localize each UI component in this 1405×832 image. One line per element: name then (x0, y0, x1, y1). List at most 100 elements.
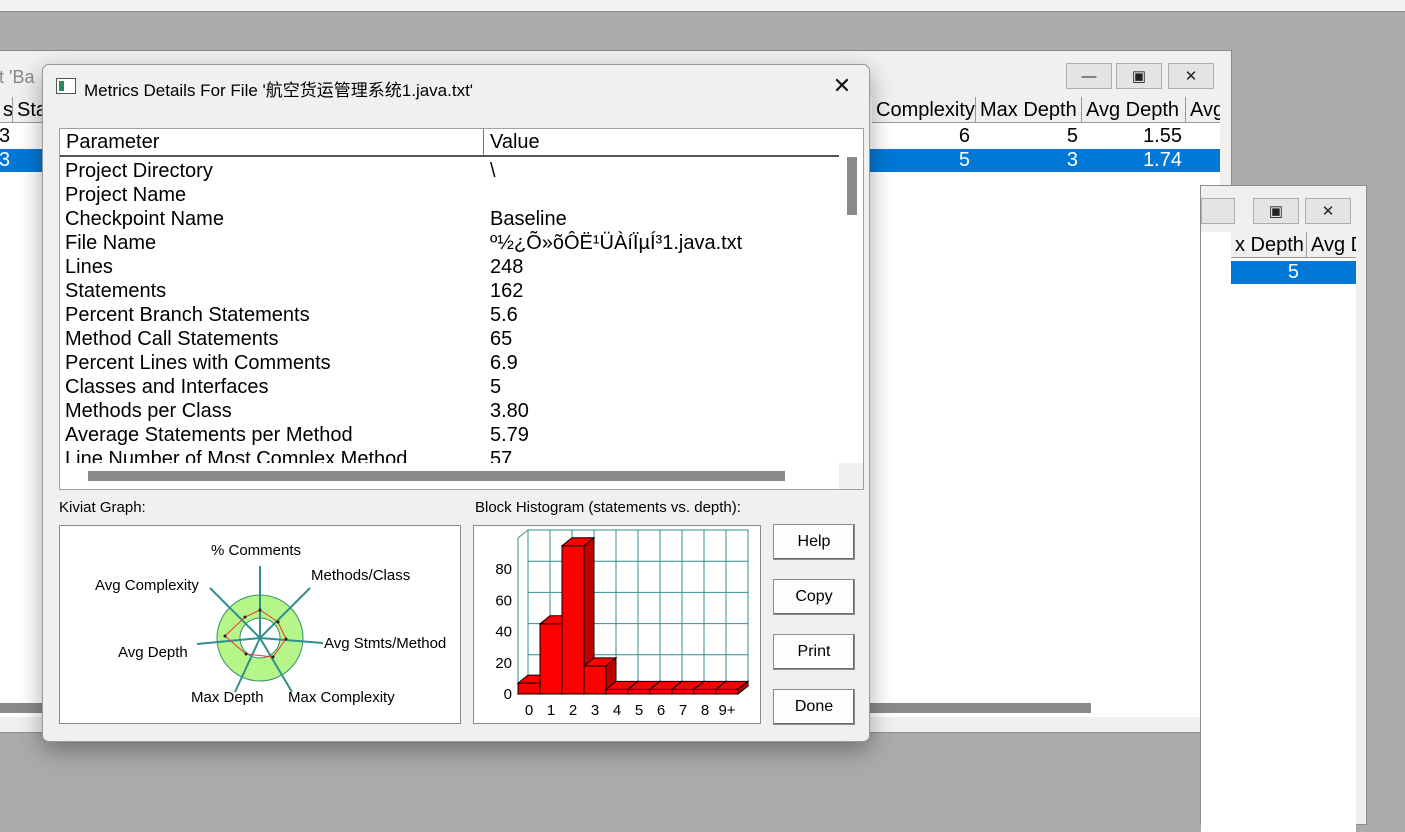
minimize-button[interactable] (1201, 198, 1235, 224)
histogram-label: Block Histogram (statements vs. depth): (475, 499, 741, 516)
kiviat-axis-label: % Comments (211, 542, 302, 559)
value-cell: 6.9 (490, 352, 518, 374)
table-row[interactable]: Statements 162 (60, 279, 839, 303)
table-row[interactable]: Project Directory \ (60, 159, 839, 183)
table-row[interactable]: Checkpoint Name Baseline (60, 207, 839, 231)
value-cell: 3.80 (490, 400, 529, 422)
histogram-x-tick: 0 (525, 702, 533, 719)
histogram-bar (671, 688, 695, 695)
cell-max-depth: 5 (1066, 125, 1078, 147)
histogram-x-tick: 7 (679, 702, 687, 719)
table-row[interactable]: Method Call Statements 65 (60, 327, 839, 351)
table-row-selected[interactable]: 5 (1231, 261, 1356, 284)
histogram-bar (649, 688, 673, 695)
copy-button[interactable]: Copy (773, 579, 855, 615)
column-header-max-depth[interactable]: x Depth (1231, 232, 1307, 258)
close-button[interactable]: ✕ (1305, 198, 1351, 224)
histogram-svg: 8060402000 1 2 3 4 5 6 7 8 9+ (495, 528, 750, 719)
column-header-avg-depth[interactable]: Avg Depth (1082, 97, 1186, 123)
parameter-cell: Methods per Class (65, 400, 232, 422)
table-row[interactable]: Classes and Interfaces 5 (60, 375, 839, 399)
metrics-table[interactable]: Parameter Value Project Directory \ Projec… (59, 128, 864, 490)
window-title-partial: t 'Ba (0, 67, 35, 87)
histogram-y-tick: 0 (504, 686, 512, 703)
dialog-titlebar[interactable]: Metrics Details For File '航空货运管理系统1.java… (43, 65, 869, 109)
vertical-scrollbar[interactable] (839, 157, 863, 463)
close-button[interactable]: ✕ (1168, 63, 1214, 89)
value-cell: 65 (490, 328, 513, 350)
histogram-bar (715, 688, 739, 695)
histogram-x-tick: 6 (657, 702, 665, 719)
kiviat-label: Kiviat Graph: (59, 499, 146, 516)
parameter-cell: Project Directory (65, 160, 213, 182)
kiviat-axis-label: Methods/Class (311, 567, 411, 584)
histogram-bar (605, 688, 629, 695)
value-cell: 162 (490, 280, 524, 302)
table-row[interactable]: Lines 248 (60, 255, 839, 279)
value-cell: 5 (490, 376, 502, 398)
parameter-cell: Percent Lines with Comments (65, 352, 331, 374)
table-row[interactable]: File Name º½¿Õ»õÔË¹ÜÀíÏµÍ³1.java.txt (60, 231, 839, 255)
maximize-button[interactable]: ▣ (1116, 63, 1162, 89)
column-header-parameter[interactable]: Parameter (60, 129, 484, 155)
value-cell: 5.79 (490, 424, 529, 446)
table-row[interactable]: Project Name (60, 183, 839, 207)
parameter-cell: Method Call Statements (65, 328, 279, 350)
histogram-bar (517, 682, 541, 695)
vertical-scrollbar-thumb[interactable] (847, 157, 857, 215)
histogram-bar (693, 688, 717, 695)
histogram-y-tick: 40 (495, 624, 512, 641)
histogram-bar (539, 623, 563, 695)
horizontal-scrollbar-thumb[interactable] (88, 471, 785, 481)
table-row[interactable]: Methods per Class 3.80 (60, 399, 839, 423)
kiviat-axis-label: Max Complexity (288, 689, 395, 706)
histogram-x-tick: 9+ (718, 702, 735, 719)
metrics-details-dialog[interactable]: Metrics Details For File '航空货运管理系统1.java… (42, 64, 870, 742)
value-cell: Baseline (490, 208, 567, 230)
block-histogram: 80 60 40 20 0 0 1 2 3 4 5 6 7 8 9+ (473, 525, 761, 724)
help-button[interactable]: Help (773, 524, 855, 560)
secondary-list[interactable]: x Depth Avg D 5 (1201, 232, 1356, 832)
done-button[interactable]: Done (773, 689, 855, 725)
histogram-y-tick: 60 (495, 592, 512, 609)
parameter-cell: Project Name (65, 184, 187, 206)
histogram-bar (583, 665, 607, 695)
maximize-button[interactable]: ▣ (1253, 198, 1299, 224)
print-button[interactable]: Print (773, 634, 855, 670)
horizontal-scrollbar[interactable] (60, 463, 839, 489)
value-cell: 5.6 (490, 304, 518, 326)
cell-max-depth: 3 (1066, 149, 1078, 171)
column-header-avg-depth[interactable]: Avg D (1307, 232, 1356, 258)
table-row[interactable]: Percent Branch Statements 5.6 (60, 303, 839, 327)
cell-complexity: 5 (958, 149, 970, 171)
column-header[interactable]: Avg (1186, 97, 1220, 123)
cell-avg-depth: 1.74 (1143, 149, 1182, 171)
parameter-cell: Statements (65, 280, 167, 302)
background-window-secondary[interactable]: ▣ ✕ x Depth Avg D 5 (1200, 185, 1367, 832)
close-icon[interactable]: ✕ (825, 71, 859, 101)
kiviat-axis-label: Avg Stmts/Method (324, 635, 447, 652)
histogram-x-tick: 5 (635, 702, 643, 719)
value-cell: º½¿Õ»õÔË¹ÜÀíÏµÍ³1.java.txt (490, 232, 743, 254)
scrollbar-corner (839, 463, 863, 489)
column-header-complexity[interactable]: Complexity (872, 97, 976, 123)
cell-complexity: 6 (958, 125, 970, 147)
column-header-value[interactable]: Value (484, 129, 839, 155)
table-row[interactable]: Average Statements per Method 5.79 (60, 423, 839, 447)
parameter-cell: File Name (65, 232, 157, 254)
histogram-x-tick: 3 (591, 702, 599, 719)
column-header-max-depth[interactable]: Max Depth (976, 97, 1082, 123)
kiviat-axis-label: Avg Complexity (95, 577, 199, 594)
kiviat-axis-label: Avg Depth (118, 644, 188, 661)
parameter-cell: Lines (65, 256, 113, 278)
histogram-x-tick: 4 (613, 702, 621, 719)
histogram-bar (627, 688, 651, 695)
histogram-y-tick: 20 (495, 655, 512, 672)
minimize-button[interactable]: — (1066, 63, 1112, 89)
parameter-cell: Checkpoint Name (65, 208, 224, 230)
parameter-cell: Percent Branch Statements (65, 304, 310, 326)
table-row[interactable]: Percent Lines with Comments 6.9 (60, 351, 839, 375)
dialog-title: Metrics Details For File '航空货运管理系统1.java… (84, 81, 474, 100)
table-header: Parameter Value (60, 129, 839, 157)
column-header[interactable]: s (0, 97, 13, 123)
